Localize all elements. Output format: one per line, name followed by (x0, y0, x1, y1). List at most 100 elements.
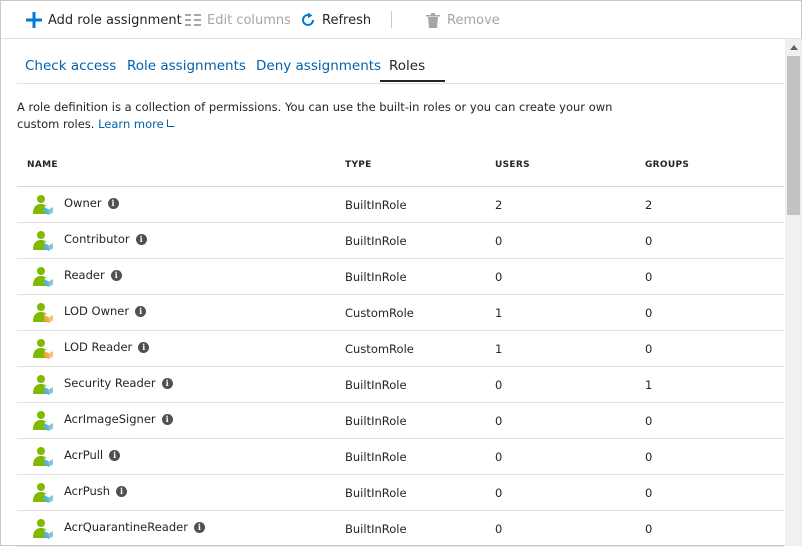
table-row[interactable]: AcrPush i BuiltInRole 0 0 (17, 475, 784, 511)
role-name[interactable]: AcrQuarantineReader i (64, 520, 205, 534)
refresh-icon (299, 11, 317, 29)
role-type: BuiltInRole (345, 270, 407, 284)
role-users-count: 0 (495, 414, 503, 428)
table-row[interactable]: AcrPull i BuiltInRole 0 0 (17, 439, 784, 475)
role-name[interactable]: LOD Owner i (64, 304, 147, 318)
table-row[interactable]: Contributor i BuiltInRole 0 0 (17, 223, 784, 259)
role-groups-count: 0 (645, 486, 653, 500)
role-name[interactable]: Reader i (64, 268, 122, 282)
role-name[interactable]: LOD Reader i (64, 340, 150, 354)
remove-label: Remove (447, 12, 500, 28)
tab-role-assignments[interactable]: Role assignments (127, 58, 246, 74)
info-icon[interactable]: i (138, 341, 150, 353)
role-type: BuiltInRole (345, 378, 407, 392)
roles-table-body: Owner i BuiltInRole 2 2 Contributor i BuiltInRo… (17, 187, 784, 547)
role-groups-count: 0 (645, 414, 653, 428)
info-icon[interactable]: i (107, 197, 119, 209)
role-user-cube-icon (33, 410, 53, 432)
info-icon[interactable]: i (135, 305, 147, 317)
role-user-cube-icon (33, 302, 53, 324)
role-users-count: 0 (495, 450, 503, 464)
edit-columns-label: Edit columns (207, 12, 291, 28)
role-type: BuiltInRole (345, 486, 407, 500)
role-user-cube-icon (33, 374, 53, 396)
refresh-label: Refresh (322, 12, 372, 28)
trash-icon (424, 11, 442, 29)
learn-more-link[interactable]: Learn more (98, 117, 175, 131)
role-name[interactable]: AcrPush i (64, 484, 128, 498)
active-tab-indicator (380, 80, 445, 82)
column-header-users[interactable]: USERS (495, 160, 530, 170)
role-type: BuiltInRole (345, 522, 407, 536)
roles-description: A role definition is a collection of per… (17, 99, 627, 133)
role-groups-count: 0 (645, 270, 653, 284)
info-icon[interactable]: i (110, 269, 122, 281)
table-row[interactable]: LOD Owner i CustomRole 1 0 (17, 295, 784, 331)
role-type: BuiltInRole (345, 450, 407, 464)
role-groups-count: 0 (645, 450, 653, 464)
add-role-assignment-button[interactable]: Add role assignment (25, 10, 182, 30)
role-groups-count: 1 (645, 378, 653, 392)
table-row[interactable]: Security Reader i BuiltInRole 0 1 (17, 367, 784, 403)
plus-icon (25, 11, 43, 29)
table-row[interactable]: Owner i BuiltInRole 2 2 (17, 187, 784, 223)
role-users-count: 1 (495, 342, 503, 356)
role-groups-count: 0 (645, 522, 653, 536)
role-users-count: 0 (495, 378, 503, 392)
role-type: CustomRole (345, 342, 414, 356)
table-row[interactable]: AcrQuarantineReader i BuiltInRole 0 0 (17, 511, 784, 547)
scroll-up-icon[interactable] (785, 39, 802, 56)
info-icon[interactable]: i (116, 485, 128, 497)
role-type: BuiltInRole (345, 414, 407, 428)
table-row[interactable]: AcrImageSigner i BuiltInRole 0 0 (17, 403, 784, 439)
info-icon[interactable]: i (161, 413, 173, 425)
edit-columns-button[interactable]: Edit columns (184, 10, 291, 30)
table-row[interactable]: Reader i BuiltInRole 0 0 (17, 259, 784, 295)
add-role-assignment-label: Add role assignment (48, 12, 182, 28)
info-icon[interactable]: i (109, 449, 121, 461)
role-name[interactable]: Security Reader i (64, 376, 173, 390)
table-header: NAME TYPE USERS GROUPS (17, 149, 784, 187)
remove-button[interactable]: Remove (424, 10, 500, 30)
table-row[interactable]: LOD Reader i CustomRole 1 0 (17, 331, 784, 367)
column-header-name[interactable]: NAME (27, 160, 58, 170)
role-name[interactable]: AcrImageSigner i (64, 412, 173, 426)
tab-check-access[interactable]: Check access (25, 58, 116, 74)
role-users-count: 2 (495, 198, 503, 212)
info-icon[interactable]: i (193, 521, 205, 533)
role-groups-count: 0 (645, 342, 653, 356)
column-header-type[interactable]: TYPE (345, 160, 372, 170)
role-type: BuiltInRole (345, 234, 407, 248)
role-user-cube-icon (33, 518, 53, 540)
refresh-button[interactable]: Refresh (299, 10, 371, 30)
info-icon[interactable]: i (135, 233, 147, 245)
role-name[interactable]: Owner i (64, 196, 119, 210)
role-type: CustomRole (345, 306, 414, 320)
role-users-count: 0 (495, 270, 503, 284)
toolbar-divider (391, 11, 392, 28)
external-link-icon (166, 119, 175, 127)
info-icon[interactable]: i (161, 377, 173, 389)
role-type: BuiltInRole (345, 198, 407, 212)
role-user-cube-icon (33, 230, 53, 252)
role-groups-count: 0 (645, 234, 653, 248)
role-users-count: 0 (495, 522, 503, 536)
tab-deny-assignments[interactable]: Deny assignments (256, 58, 381, 74)
columns-icon (184, 11, 202, 29)
command-bar: Add role assignment Edit columns Refresh… (1, 1, 801, 39)
role-users-count: 0 (495, 234, 503, 248)
role-user-cube-icon (33, 266, 53, 288)
role-name[interactable]: AcrPull i (64, 448, 121, 462)
role-groups-count: 2 (645, 198, 653, 212)
role-user-cube-icon (33, 482, 53, 504)
role-name[interactable]: Contributor i (64, 232, 147, 246)
role-user-cube-icon (33, 194, 53, 216)
role-groups-count: 0 (645, 306, 653, 320)
vertical-scrollbar[interactable] (785, 39, 802, 546)
role-users-count: 1 (495, 306, 503, 320)
column-header-groups[interactable]: GROUPS (645, 160, 689, 170)
role-user-cube-icon (33, 446, 53, 468)
tab-roles[interactable]: Roles (389, 58, 425, 74)
role-user-cube-icon (33, 338, 53, 360)
scrollbar-thumb[interactable] (787, 56, 800, 215)
